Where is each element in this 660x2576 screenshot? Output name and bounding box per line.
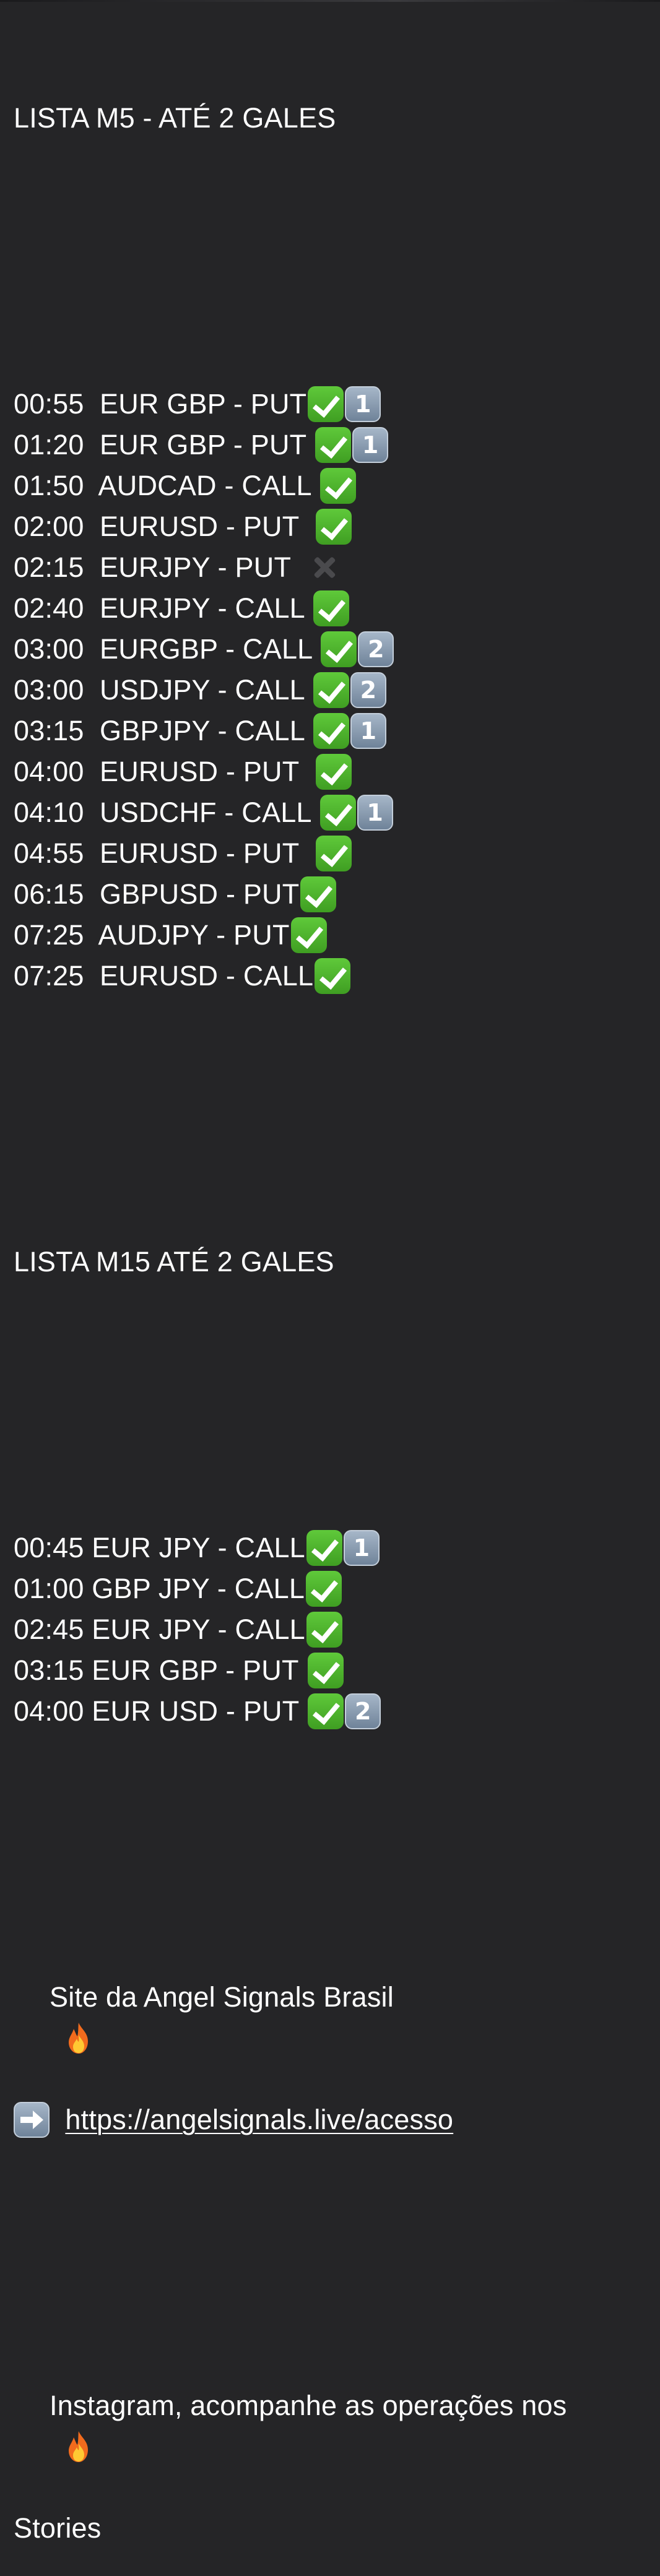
- check-mark-button-icon: [290, 917, 327, 953]
- m5-signal-row: 02:40 EURJPY - CALL: [14, 588, 651, 629]
- m15-signal-row: 01:00 GBP JPY - CALL: [14, 1568, 651, 1609]
- check-mark-button-icon: [313, 713, 349, 749]
- check-mark-button-icon: [313, 672, 349, 708]
- signal-text: 04:00 EUR USD - PUT: [14, 1695, 307, 1727]
- signal-text: 04:10 USDCHF - CALL: [14, 797, 319, 828]
- signal-text: 01:50 AUDCAD - CALL: [14, 470, 319, 501]
- keycap-number-icon: 2: [358, 631, 394, 667]
- check-mark-button-icon: [319, 468, 356, 504]
- check-mark-button-icon: [315, 958, 351, 994]
- right-arrow-icon: [14, 2102, 50, 2138]
- keycap-number-icon: 1: [343, 1530, 380, 1566]
- signal-text: 03:15 EUR GBP - PUT: [14, 1654, 306, 1686]
- site-link-line: https://angelsignals.live/acesso: [14, 2099, 651, 2140]
- fire-icon: [14, 2388, 89, 2462]
- signal-text: 00:55 EUR GBP - PUT: [14, 388, 307, 420]
- signal-text: 07:25 AUDJPY - PUT: [14, 919, 290, 951]
- signal-text: 03:15 GBPJPY - CALL: [14, 715, 312, 746]
- signal-text: 02:45 EUR JPY - CALL: [14, 1614, 305, 1645]
- m15-signal-row: 04:00 EUR USD - PUT 2: [14, 1691, 651, 1732]
- signal-text: 02:15 EURJPY - PUT: [14, 551, 306, 583]
- check-mark-button-icon: [306, 1530, 342, 1566]
- check-mark-button-icon: [316, 754, 352, 790]
- check-mark-button-icon: [315, 427, 352, 463]
- signal-text: 03:00 USDJPY - CALL: [14, 674, 312, 706]
- site-label-line: Site da Angel Signals Brasil: [14, 1977, 651, 2054]
- instagram-line: Instagram, acompanhe as operações nos: [14, 2385, 651, 2462]
- m5-signal-row: 04:10 USDCHF - CALL 1: [14, 792, 651, 833]
- instagram-line-2: Stories: [14, 2508, 651, 2549]
- check-mark-button-icon: [316, 509, 352, 545]
- check-mark-button-icon: [306, 1612, 342, 1648]
- check-mark-button-icon: [313, 590, 349, 626]
- message-bubble: LISTA M5 - ATÉ 2 GALES 00:55 EUR GBP - P…: [14, 16, 651, 2576]
- keycap-number-icon: 2: [350, 672, 386, 708]
- m5-signal-row: 07:25 AUDJPY - PUT: [14, 915, 651, 956]
- signal-text: 02:00 EURUSD - PUT: [14, 511, 315, 542]
- m5-signal-row: 01:50 AUDCAD - CALL: [14, 465, 651, 506]
- m5-signal-row: 03:00 USDJPY - CALL 2: [14, 670, 651, 711]
- check-mark-button-icon: [308, 1693, 344, 1729]
- site-label: Site da Angel Signals Brasil: [50, 1981, 394, 2013]
- signal-text: 03:00 EURGBP - CALL: [14, 633, 320, 665]
- signal-text: 01:20 EUR GBP - PUT: [14, 429, 315, 460]
- signal-text: 02:40 EURJPY - CALL: [14, 592, 312, 624]
- m5-signal-row: 03:15 GBPJPY - CALL 1: [14, 711, 651, 751]
- signal-text: 04:55 EURUSD - PUT: [14, 837, 315, 869]
- m15-title-text: LISTA M15 ATÉ 2 GALES: [14, 1246, 334, 1277]
- m5-list-title: LISTA M5 - ATÉ 2 GALES: [14, 98, 651, 139]
- m5-title-text: LISTA M5 - ATÉ 2 GALES: [14, 102, 336, 134]
- m5-signal-row: 04:55 EURUSD - PUT: [14, 833, 651, 874]
- m5-signal-row: 06:15 GBPUSD - PUT: [14, 874, 651, 915]
- keycap-number-icon: 1: [345, 386, 381, 422]
- m15-signal-list: 00:45 EUR JPY - CALL 1 01:00 GBP JPY - CAL…: [14, 1528, 651, 1732]
- m5-signal-row: 02:00 EURUSD - PUT: [14, 506, 651, 547]
- m5-signal-row: 01:20 EUR GBP - PUT 1: [14, 425, 651, 465]
- keycap-number-icon: 2: [345, 1693, 381, 1729]
- m15-signal-row: 03:15 EUR GBP - PUT: [14, 1650, 651, 1691]
- m5-signal-row: 00:55 EUR GBP - PUT 1: [14, 384, 651, 425]
- signal-text: 00:45 EUR JPY - CALL: [14, 1532, 305, 1563]
- m5-signal-row: 03:00 EURGBP - CALL 2: [14, 629, 651, 670]
- keycap-number-icon: 1: [350, 713, 386, 749]
- signal-text: 04:00 EURUSD - PUT: [14, 756, 315, 787]
- signal-text: 07:25 EURUSD - CALL: [14, 960, 314, 992]
- check-mark-button-icon: [319, 795, 356, 831]
- check-mark-button-icon: [316, 836, 352, 871]
- m5-signal-row: 07:25 EURUSD - CALL: [14, 956, 651, 996]
- instagram-text: Instagram, acompanhe as operações nos: [50, 2390, 567, 2421]
- check-mark-button-icon: [321, 631, 357, 667]
- keycap-number-icon: 1: [352, 427, 389, 463]
- site-link[interactable]: https://angelsignals.live/acesso: [65, 2099, 453, 2140]
- m15-list-title: LISTA M15 ATÉ 2 GALES: [14, 1242, 651, 1282]
- m15-signal-row: 02:45 EUR JPY - CALL: [14, 1609, 651, 1650]
- check-mark-button-icon: [308, 386, 344, 422]
- signal-text: 01:00 GBP JPY - CALL: [14, 1573, 305, 1604]
- check-mark-button-icon: [306, 1571, 342, 1607]
- cross-mark-icon: [306, 550, 342, 586]
- m5-signal-row: 04:00 EURUSD - PUT: [14, 751, 651, 792]
- m5-signal-row: 02:15 EURJPY - PUT: [14, 547, 651, 588]
- top-divider: [0, 0, 660, 2]
- check-mark-button-icon: [300, 876, 337, 912]
- m5-signal-list: 00:55 EUR GBP - PUT 1 01:20 EUR GBP - PUT …: [14, 384, 651, 996]
- fire-icon: [14, 1979, 89, 2054]
- signal-text: 06:15 GBPUSD - PUT: [14, 878, 300, 910]
- m15-signal-row: 00:45 EUR JPY - CALL 1: [14, 1528, 651, 1568]
- instagram-text-2: Stories: [14, 2512, 102, 2544]
- keycap-number-icon: 1: [357, 795, 393, 831]
- check-mark-button-icon: [307, 1653, 344, 1688]
